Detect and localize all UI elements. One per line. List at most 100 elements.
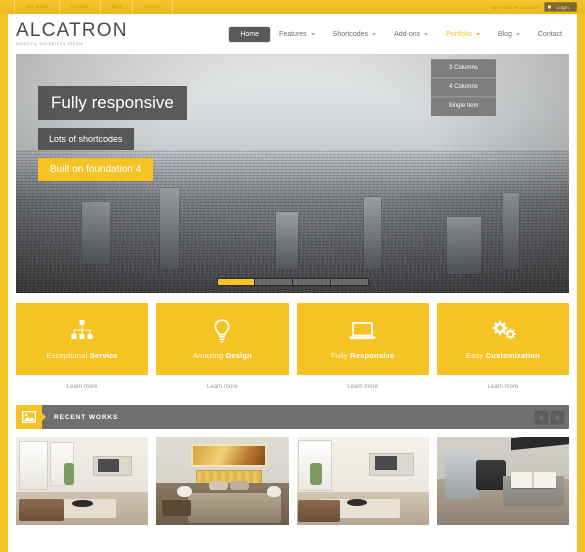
sofa xyxy=(18,498,64,522)
chevron-down-icon xyxy=(515,32,520,36)
gears-icon xyxy=(490,318,516,344)
nav-label-shortcodes: Shortcodes xyxy=(332,30,369,38)
coffee-table xyxy=(346,498,367,506)
portfolio-item-2[interactable] xyxy=(156,437,289,525)
pillow xyxy=(230,481,249,490)
nav-item-add-ons[interactable]: Add-ons xyxy=(385,26,437,43)
sofa xyxy=(297,500,341,523)
feature-box[interactable]: Amazing Design xyxy=(156,303,289,375)
hero-caption-primary: Fully responsive xyxy=(38,86,187,120)
chevron-down-icon xyxy=(424,32,429,36)
top-link-reviews[interactable]: reviews xyxy=(60,0,101,14)
next-button[interactable]: » xyxy=(550,409,565,425)
hero-pager-dot-3[interactable] xyxy=(293,279,330,285)
nav-item-shortcodes[interactable]: Shortcodes xyxy=(324,26,385,43)
hero-captions: Fully responsive Lots of shortcodes Buil… xyxy=(38,86,187,189)
learn-more-link[interactable]: Learn more xyxy=(16,384,148,390)
site-header: ALCATRON amazing wordpress theme Home Fe… xyxy=(8,14,577,54)
wall-art xyxy=(190,444,268,467)
nav-item-features[interactable]: Features xyxy=(270,26,324,43)
page-frame: ALCATRON amazing wordpress theme Home Fe… xyxy=(0,0,585,552)
top-link-our-works[interactable]: our works xyxy=(14,0,61,14)
nav-item-home[interactable]: Home xyxy=(229,26,271,42)
feature-boxes: Exceptional Service Learn more Amazing D… xyxy=(16,303,569,390)
nav-item-blog[interactable]: Blog xyxy=(489,26,529,43)
window xyxy=(18,440,48,490)
prev-button[interactable]: « xyxy=(534,409,549,425)
feature-label-bold: Design xyxy=(225,351,252,360)
feature-box[interactable]: Exceptional Service xyxy=(16,303,149,375)
site-logo[interactable]: ALCATRON amazing wordpress theme xyxy=(16,21,128,46)
lock-icon xyxy=(548,5,552,9)
coffee-table xyxy=(71,499,93,508)
nav-item-portfolio[interactable]: Portfolio xyxy=(437,26,489,43)
feature-label-thin: Exceptional xyxy=(46,351,88,360)
portfolio-item-4[interactable] xyxy=(436,437,569,525)
portfolio-dropdown-menu: 3 Columns 4 Columns Single Item xyxy=(431,59,496,116)
sitemap-icon xyxy=(70,318,94,344)
pillow xyxy=(209,481,228,490)
feature-label: Easy Customization xyxy=(466,351,540,360)
nightstand xyxy=(161,500,191,517)
book-spine xyxy=(531,472,534,489)
feature-easy-customization: Easy Customization Learn more xyxy=(436,303,569,390)
brand-name: ALCATRON xyxy=(16,20,128,42)
bed xyxy=(187,493,281,524)
recent-works-nav: « » xyxy=(534,409,565,425)
hero-pagination[interactable] xyxy=(216,278,369,286)
hero-pager-dot-1[interactable] xyxy=(217,279,255,285)
recent-works-title: RECENT WORKS xyxy=(54,413,119,421)
lamp xyxy=(177,486,192,497)
nav-label-features: Features xyxy=(279,30,307,38)
feature-label-bold: Service xyxy=(89,351,118,360)
lamp xyxy=(267,486,281,497)
feature-exceptional-service: Exceptional Service Learn more xyxy=(16,303,149,390)
dropdown-item-3-columns[interactable]: 3 Columns xyxy=(431,59,496,78)
picture-icon xyxy=(16,405,42,429)
account-note: you have an account xyxy=(491,4,539,10)
learn-more-link[interactable]: Learn more xyxy=(297,384,429,390)
hero-pager-dot-2[interactable] xyxy=(255,279,292,285)
lightbulb-icon xyxy=(213,318,231,344)
dropdown-item-single-item[interactable]: Single Item xyxy=(431,97,496,116)
nav-label-contact: Contact xyxy=(537,30,562,38)
login-button[interactable]: Login xyxy=(544,2,577,12)
feature-box[interactable]: Easy Customization xyxy=(436,303,569,375)
top-link-blog[interactable]: blog xyxy=(101,0,134,14)
office-chair xyxy=(444,449,480,499)
feature-fully-responsive: Fully Responsive Learn more xyxy=(296,303,429,390)
hero-pager-dot-4[interactable] xyxy=(330,279,368,285)
plant xyxy=(309,463,322,485)
learn-more-link[interactable]: Learn more xyxy=(156,384,288,390)
recent-works-bar: RECENT WORKS « » xyxy=(16,405,569,429)
nav-item-contact[interactable]: Contact xyxy=(529,26,571,43)
portfolio-item-3[interactable] xyxy=(296,437,429,525)
learn-more-link[interactable]: Learn more xyxy=(437,384,569,390)
feature-label-thin: Easy xyxy=(465,351,484,360)
hero-caption-cta[interactable]: Built on foundation 4 xyxy=(38,158,154,181)
login-label: Login xyxy=(556,4,569,10)
top-bar-account: you have an account Login xyxy=(491,2,577,12)
brand-tagline: amazing wordpress theme xyxy=(16,41,84,47)
nav-label-blog: Blog xyxy=(497,30,512,38)
portfolio-item-1[interactable] xyxy=(16,437,149,525)
nav-label-add-ons: Add-ons xyxy=(394,30,421,38)
main-navigation: Home Features Shortcodes Add-ons Portfol… xyxy=(229,26,571,43)
dropdown-item-4-columns[interactable]: 4 Columns xyxy=(431,78,496,97)
nav-label-portfolio: Portfolio xyxy=(446,30,472,38)
plant xyxy=(63,463,75,485)
feature-label: Exceptional Service xyxy=(46,351,117,360)
feature-label: Fully Responsive xyxy=(331,351,394,360)
feature-box[interactable]: Fully Responsive xyxy=(296,303,429,375)
feature-label-thin: Fully xyxy=(331,351,348,360)
feature-label: Amazing Design xyxy=(193,351,252,360)
feature-label-thin: Amazing xyxy=(192,351,224,360)
laptop-icon xyxy=(349,318,376,344)
television xyxy=(374,456,397,471)
chevron-down-icon xyxy=(475,32,480,36)
nav-label-home: Home xyxy=(240,30,260,38)
top-link-contact[interactable]: contact xyxy=(133,0,173,14)
portfolio-grid xyxy=(16,437,569,525)
page-content: ALCATRON amazing wordpress theme Home Fe… xyxy=(8,14,577,552)
feature-amazing-design: Amazing Design Learn more xyxy=(156,303,289,390)
